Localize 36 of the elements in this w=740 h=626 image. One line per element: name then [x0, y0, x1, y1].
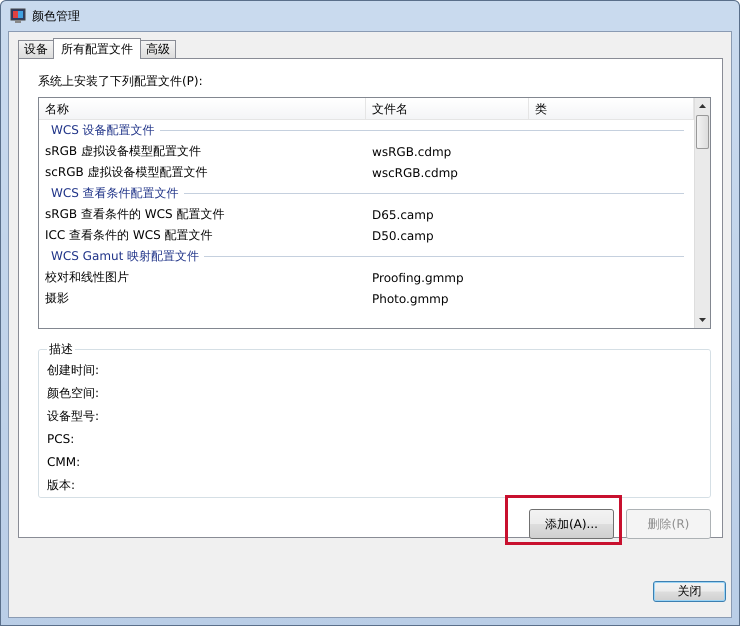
scroll-up-icon[interactable]	[699, 104, 706, 108]
field-label: CMM:	[47, 454, 82, 470]
field-label: 设备型号:	[47, 408, 100, 424]
tab[interactable]: 设备	[18, 40, 54, 58]
profile-name[interactable]: sRGB 虚拟设备模型配置文件	[39, 143, 366, 160]
field-label: 版本:	[47, 477, 76, 493]
file-name[interactable]: Proofing.gmmp	[366, 270, 529, 284]
file-name[interactable]: D65.camp	[366, 208, 529, 222]
close-button[interactable]: 关闭	[653, 581, 726, 602]
column-header[interactable]: 名称	[39, 98, 366, 119]
field-label: PCS:	[47, 431, 76, 447]
scroll-down-icon[interactable]	[699, 318, 706, 322]
scrollbar[interactable]	[694, 98, 710, 328]
file-name[interactable]: Photo.gmmp	[366, 292, 529, 306]
profile-name[interactable]: 校对和线性图片	[39, 269, 366, 286]
tab[interactable]: 高级	[140, 40, 176, 58]
group-header: WCS 查看条件配置文件	[51, 185, 179, 202]
profile-name[interactable]: 摄影	[39, 290, 366, 307]
field-label: 颜色空间:	[47, 385, 100, 401]
tab[interactable]: 所有配置文件	[53, 38, 141, 59]
group-header: WCS Gamut 映射配置文件	[51, 248, 200, 265]
column-header[interactable]: 文件名	[366, 98, 529, 119]
monitor-icon	[10, 8, 26, 24]
field-label: 创建时间:	[47, 362, 100, 378]
scroll-thumb[interactable]	[696, 115, 709, 149]
profile-name[interactable]: ICC 查看条件的 WCS 配置文件	[39, 227, 366, 244]
profile-name[interactable]: scRGB 虚拟设备模型配置文件	[39, 164, 366, 181]
group-title: 描述	[48, 341, 74, 358]
window-title: 颜色管理	[32, 8, 80, 24]
profile-name[interactable]: sRGB 查看条件的 WCS 配置文件	[39, 206, 366, 223]
group-header: WCS 设备配置文件	[51, 122, 155, 139]
file-name[interactable]: wscRGB.cdmp	[366, 166, 529, 180]
file-name[interactable]: wsRGB.cdmp	[366, 144, 529, 158]
dialog-button[interactable]: 添加(A)...	[529, 509, 614, 539]
file-name[interactable]: D50.camp	[366, 228, 529, 242]
list-label: 系统上安装了下列配置文件(P):	[38, 73, 204, 90]
